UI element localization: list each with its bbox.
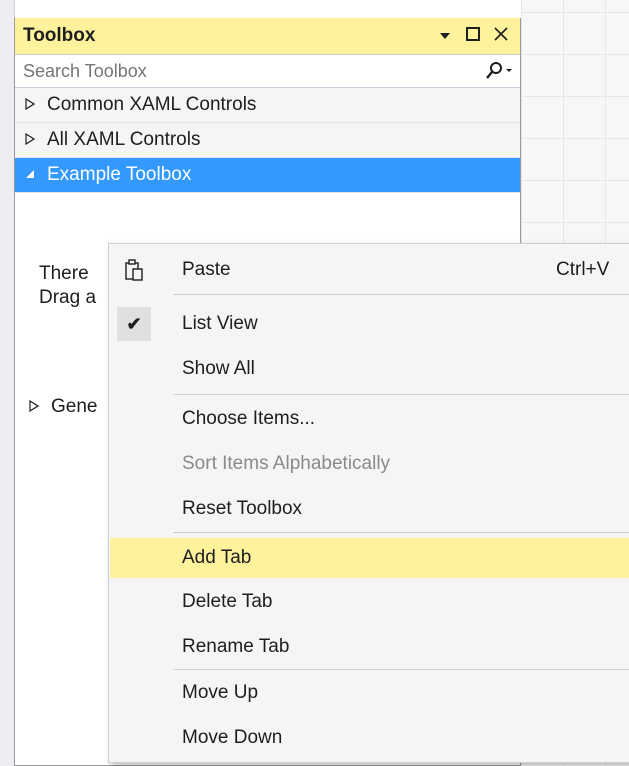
group-example-toolbox[interactable]: Example Toolbox xyxy=(15,158,520,193)
menu-label: Move Down xyxy=(182,727,283,748)
empty-icon-cell xyxy=(110,583,158,621)
search-icon[interactable] xyxy=(480,61,514,81)
check-cell: ✔ xyxy=(110,305,158,343)
empty-icon-cell xyxy=(110,674,158,712)
toolbox-titlebar: Toolbox xyxy=(15,18,520,54)
search-box xyxy=(15,54,520,88)
context-menu: Paste Ctrl+V ✔ List View Show All Choose… xyxy=(108,243,629,763)
menu-item-reset-toolbox[interactable]: Reset Toolbox xyxy=(110,490,629,528)
dropdown-arrow-icon[interactable] xyxy=(434,27,456,45)
maximize-icon[interactable] xyxy=(462,26,484,46)
menu-label: Sort Items Alphabetically xyxy=(182,453,391,474)
menu-label: Show All xyxy=(182,358,255,379)
empty-message-line: There xyxy=(39,263,89,284)
menu-label: Reset Toolbox xyxy=(182,498,303,519)
menu-item-show-all[interactable]: Show All xyxy=(110,350,629,388)
menu-label: Move Up xyxy=(182,682,259,703)
empty-icon-cell xyxy=(110,719,158,757)
group-label: Common XAML Controls xyxy=(47,94,257,115)
checkmark-icon: ✔ xyxy=(117,307,151,341)
left-dock-edge xyxy=(0,0,15,766)
collapsed-arrow-icon xyxy=(25,97,47,113)
menu-item-list-view[interactable]: ✔ List View xyxy=(110,305,629,343)
group-label: Gene xyxy=(51,396,98,417)
menu-item-rename-tab[interactable]: Rename Tab xyxy=(110,628,629,666)
expanded-arrow-icon xyxy=(25,169,47,182)
menu-label: Rename Tab xyxy=(182,636,290,657)
menu-item-add-tab[interactable]: Add Tab xyxy=(110,538,629,578)
menu-label: Add Tab xyxy=(182,547,252,568)
empty-message-line: Drag a xyxy=(39,287,97,308)
search-input[interactable] xyxy=(23,60,480,82)
menu-shortcut: Ctrl+V xyxy=(556,259,610,280)
group-all-xaml-controls[interactable]: All XAML Controls xyxy=(15,123,520,158)
empty-group-message: There Drag a xyxy=(39,262,96,310)
menu-item-move-down[interactable]: Move Down xyxy=(110,719,629,757)
menu-separator xyxy=(173,532,629,533)
group-general[interactable]: Gene xyxy=(29,396,97,418)
menu-label: List View xyxy=(182,313,258,334)
menu-separator xyxy=(173,294,629,295)
group-common-xaml-controls[interactable]: Common XAML Controls xyxy=(15,88,520,123)
menu-item-paste[interactable]: Paste Ctrl+V xyxy=(110,251,629,289)
empty-icon-cell xyxy=(110,628,158,666)
menu-label: Delete Tab xyxy=(182,591,273,612)
empty-icon-cell xyxy=(110,400,158,438)
toolbox-title: Toolbox xyxy=(23,25,96,46)
menu-label: Choose Items... xyxy=(182,408,316,429)
empty-icon-cell xyxy=(110,490,158,528)
menu-item-choose-items[interactable]: Choose Items... xyxy=(110,400,629,438)
empty-icon-cell xyxy=(110,350,158,388)
menu-item-delete-tab[interactable]: Delete Tab xyxy=(110,583,629,621)
menu-item-move-up[interactable]: Move Up xyxy=(110,674,629,712)
close-icon[interactable] xyxy=(490,26,512,46)
empty-icon-cell xyxy=(110,445,158,483)
group-label: All XAML Controls xyxy=(47,129,201,150)
paste-icon xyxy=(110,251,158,289)
group-label: Example Toolbox xyxy=(47,164,192,185)
menu-separator xyxy=(173,669,629,670)
collapsed-arrow-icon xyxy=(29,399,51,415)
collapsed-arrow-icon xyxy=(25,132,47,148)
empty-icon-cell xyxy=(110,539,158,577)
menu-label: Paste xyxy=(182,259,231,280)
menu-separator xyxy=(173,394,629,395)
menu-item-sort-alphabetically: Sort Items Alphabetically xyxy=(110,445,629,483)
